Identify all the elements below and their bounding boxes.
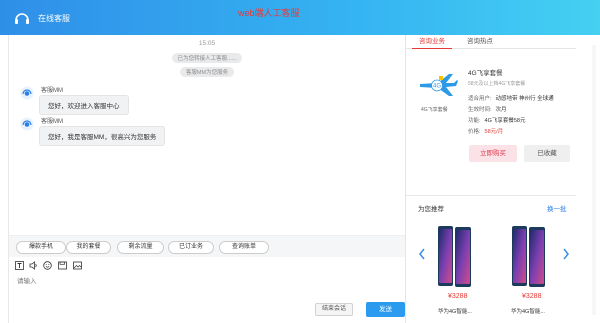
chat-timestamp: 15:05 bbox=[198, 40, 216, 47]
recommend-title: 为您推荐 bbox=[418, 206, 444, 213]
voice-icon[interactable] bbox=[29, 261, 38, 270]
headset-logo-icon bbox=[15, 13, 29, 24]
app-title: 在线客服 bbox=[38, 14, 70, 23]
quick-button-bill-query[interactable]: 查询账单 bbox=[219, 241, 269, 254]
customer-avatar-icon bbox=[20, 86, 34, 100]
product-price: 价格: 58元/月 bbox=[468, 129, 504, 135]
chevron-left-icon[interactable] bbox=[418, 248, 426, 260]
quick-button-hot-phones[interactable]: 爆款手机 bbox=[16, 241, 66, 254]
message-bubble: 您好，欢迎进入客服中心 bbox=[39, 95, 129, 115]
product-title[interactable]: 华为4G智能... bbox=[438, 307, 472, 315]
quick-button-subscribed[interactable]: 已订业务 bbox=[168, 241, 214, 254]
tab-consult-business[interactable]: 咨询业务 bbox=[412, 35, 452, 49]
input-toolbar bbox=[9, 258, 405, 273]
product-price-tag: ¥3288 bbox=[448, 293, 468, 300]
product-image-caption: 4G飞享套餐 bbox=[421, 107, 448, 113]
message-input[interactable] bbox=[17, 275, 397, 299]
tab-consult-hotspot[interactable]: 咨询热点 bbox=[460, 35, 500, 49]
product-price-tag: ¥3288 bbox=[522, 293, 542, 300]
chevron-right-icon[interactable] bbox=[562, 248, 570, 260]
product-effective-time: 生效时间: 次月 bbox=[468, 107, 507, 113]
plane-icon: 4G bbox=[420, 74, 458, 96]
product-name: 4G飞享套餐 bbox=[468, 70, 503, 77]
phone-product-image[interactable] bbox=[436, 225, 474, 289]
quick-reply-bar: 爆款手机 我的套餐 剩余流量 已订业务 查询账单 bbox=[9, 235, 405, 257]
quick-button-remaining-data[interactable]: 剩余流量 bbox=[117, 241, 164, 254]
text-format-icon[interactable] bbox=[15, 261, 24, 270]
phone-product-image[interactable] bbox=[510, 225, 548, 289]
system-message: 已为您转接人工客服...... bbox=[9, 53, 405, 63]
send-button[interactable]: 发送 bbox=[366, 302, 405, 317]
quick-button-my-plan[interactable]: 我的套餐 bbox=[66, 241, 111, 254]
demo-title: web端人工客服 bbox=[238, 8, 300, 18]
product-title[interactable]: 华为4G智能... bbox=[511, 307, 545, 315]
product-subtitle: 58元及以上档4G飞享套餐 bbox=[468, 81, 526, 87]
message-bubble: 您好，我是客服MM，很高兴为您服务 bbox=[39, 126, 166, 146]
sender-name: 客服MM bbox=[41, 88, 63, 94]
sender-name: 客服MM bbox=[41, 119, 63, 125]
header-bar: 在线客服 web端人工客服 bbox=[0, 0, 600, 35]
system-message: 客服MM为您服务 bbox=[9, 67, 405, 77]
emoji-icon[interactable] bbox=[43, 261, 52, 270]
side-panel: 咨询业务 咨询热点 4G 4G飞享套餐 4G飞享套餐 58元及以上档4G飞享套餐… bbox=[405, 35, 600, 323]
product-target-users: 适合用户: 动感地带 神州行 全球通 bbox=[468, 96, 554, 102]
buy-now-button[interactable]: 立即购买 bbox=[469, 145, 517, 162]
image-icon[interactable] bbox=[73, 261, 82, 270]
product-function: 功能: 4G飞享套餐58元 bbox=[468, 118, 526, 124]
divider bbox=[406, 195, 576, 196]
side-tabs: 咨询业务 咨询热点 bbox=[406, 35, 576, 49]
folder-icon[interactable] bbox=[58, 261, 67, 270]
customer-avatar-icon bbox=[20, 117, 34, 131]
chat-panel: 15:05 已为您转接人工客服...... 客服MM为您服务 客服MM 您好，欢… bbox=[8, 35, 405, 323]
side-panel-scrollbar[interactable] bbox=[592, 45, 596, 315]
svg-text:4G: 4G bbox=[433, 84, 441, 90]
end-session-button[interactable]: 结束会话 bbox=[315, 303, 353, 316]
change-batch-link[interactable]: 换一批 bbox=[547, 203, 567, 213]
favorite-button[interactable]: 已收藏 bbox=[524, 145, 570, 162]
